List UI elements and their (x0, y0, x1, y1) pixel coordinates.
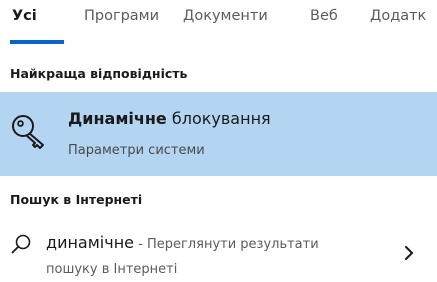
tab-web[interactable]: Веб (310, 8, 338, 24)
search-results-panel: Усі Програми Документи Веб Додатк Найкра… (0, 0, 437, 282)
web-search-query: динамічне (46, 233, 134, 252)
chevron-right-icon[interactable] (402, 244, 416, 262)
web-search-text: динамічне - Переглянути результати пошуку… (46, 231, 376, 281)
web-search-header: Пошук в Інтернеті (10, 192, 143, 207)
web-search-suffix-line1: - Переглянути результати (134, 237, 319, 252)
best-match-header: Найкраща відповідність (10, 66, 188, 81)
active-tab-indicator (10, 40, 64, 44)
best-match-subtitle: Параметри системи (68, 143, 205, 158)
tab-documents[interactable]: Документи (183, 8, 268, 24)
best-match-title-rest: блокування (166, 109, 271, 128)
web-search-item[interactable]: динамічне - Переглянути результати пошуку… (0, 225, 437, 282)
best-match-title-bold: Динамічне (68, 109, 167, 128)
best-match-title: Динамічне блокування (68, 109, 271, 128)
tab-all[interactable]: Усі (12, 8, 37, 24)
web-search-suffix-line2: пошуку в Інтернеті (46, 262, 178, 277)
filter-tabs: Усі Програми Документи Веб Додатк (0, 0, 437, 46)
tab-apps[interactable]: Програми (84, 8, 159, 24)
key-icon (12, 115, 44, 149)
best-match-item[interactable]: Динамічне блокування Параметри системи (0, 92, 437, 176)
tab-more[interactable]: Додатк (370, 8, 426, 24)
search-icon (11, 234, 31, 254)
